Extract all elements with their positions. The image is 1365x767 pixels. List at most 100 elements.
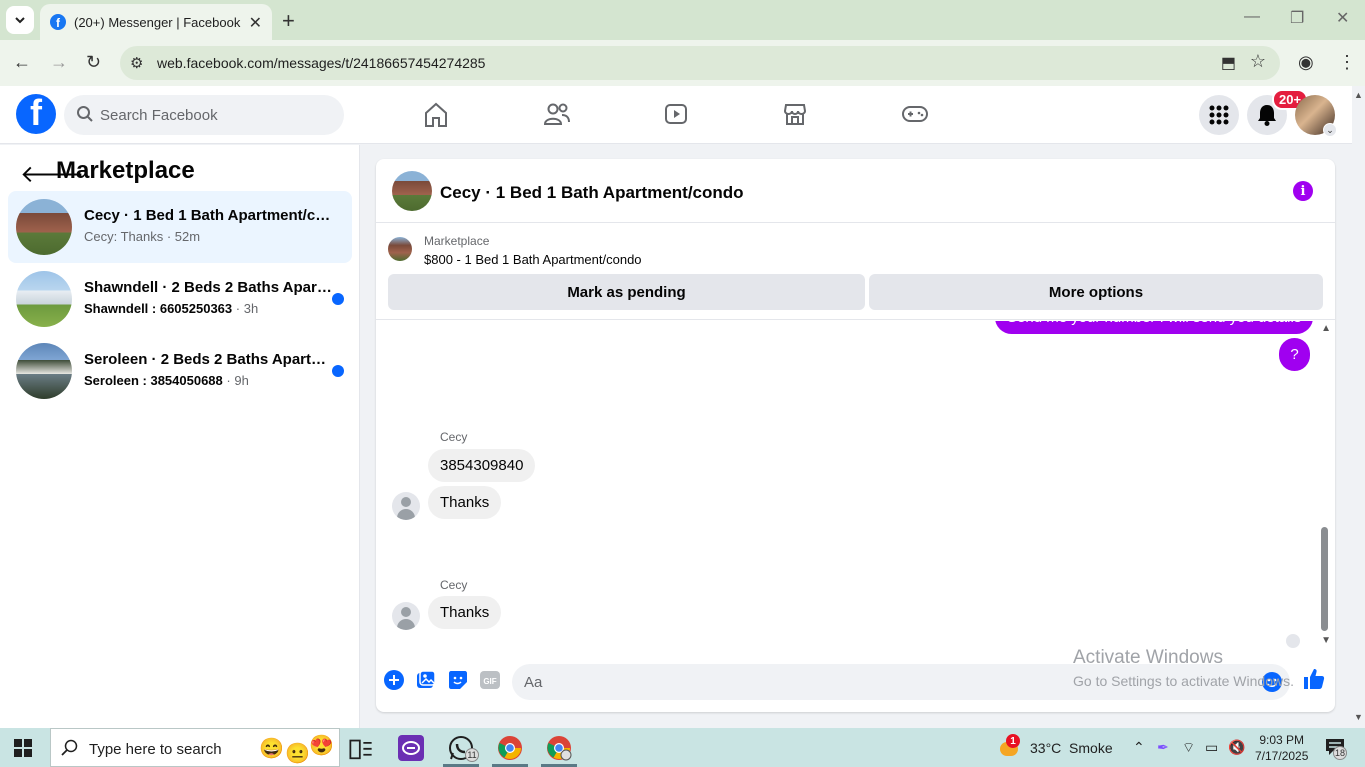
preview-sender: Shawndell : 6605250363 xyxy=(84,301,233,316)
conversation-item[interactable]: Shawndell · 2 Beds 2 Baths Apartment Sha… xyxy=(8,263,352,335)
browser-menu-icon[interactable]: ⋮ xyxy=(1338,52,1356,73)
home-icon[interactable] xyxy=(424,102,448,128)
pen-icon[interactable]: ✒ xyxy=(1157,739,1169,756)
listing-banner: Marketplace $800 - 1 Bed 1 Bath Apartmen… xyxy=(376,224,1335,320)
message-list[interactable]: Send me your number I will send you deta… xyxy=(376,321,1335,651)
whatsapp-badge: 11 xyxy=(465,748,479,762)
listing-price[interactable]: $800 - 1 Bed 1 Bath Apartment/condo xyxy=(424,252,642,267)
chevron-down-icon xyxy=(15,17,25,24)
browser-tab[interactable]: f (20+) Messenger | Facebook ✕ xyxy=(40,4,272,40)
tab-search-dropdown[interactable] xyxy=(6,6,34,34)
video-icon[interactable] xyxy=(664,102,688,126)
grid-menu-icon xyxy=(1209,105,1229,125)
page-scroll-up-icon[interactable]: ▲ xyxy=(1354,90,1363,100)
close-tab-icon[interactable]: ✕ xyxy=(249,13,262,33)
svg-text:GIF: GIF xyxy=(483,677,496,686)
listing-thumbnail xyxy=(16,271,72,327)
scroll-down-arrow-icon[interactable]: ▼ xyxy=(1321,635,1331,646)
window-close-icon[interactable]: ✕ xyxy=(1336,8,1349,28)
taskbar-search[interactable]: Type here to search 😄 😐 😍 xyxy=(50,728,340,767)
conversation-item[interactable]: Cecy · 1 Bed 1 Bath Apartment/condo Cecy… xyxy=(8,191,352,263)
gaming-icon[interactable] xyxy=(902,102,928,126)
plus-circle-icon[interactable] xyxy=(384,670,404,690)
weather-text: 33°C Smoke xyxy=(1030,740,1113,756)
taskbar-search-text: Type here to search xyxy=(89,741,222,758)
show-hidden-icons-icon[interactable]: ⌃ xyxy=(1133,739,1145,756)
site-settings-icon[interactable]: ⚙ xyxy=(130,54,143,72)
thumbs-up-icon[interactable] xyxy=(1302,667,1326,691)
network-icon[interactable]: ⌔ xyxy=(1182,739,1195,757)
profile-icon[interactable]: ◉ xyxy=(1298,52,1314,73)
sticker-icon[interactable] xyxy=(448,670,468,690)
task-view-icon[interactable] xyxy=(348,737,374,763)
weather-alert-badge: 1 xyxy=(1006,734,1020,748)
outgoing-message[interactable]: ? xyxy=(1279,338,1310,371)
mark-as-pending-button[interactable]: Mark as pending xyxy=(388,274,865,310)
restore-icon[interactable]: ❐ xyxy=(1290,8,1304,28)
install-app-icon[interactable]: ⬒ xyxy=(1221,53,1236,73)
search-input[interactable] xyxy=(100,95,330,135)
preview-sender: Seroleen : 3854050688 xyxy=(84,373,223,388)
conversation-item[interactable]: Seroleen · 2 Beds 2 Baths Apartment Sero… xyxy=(8,335,352,407)
incoming-message[interactable]: 3854309840 xyxy=(428,449,536,482)
battery-icon[interactable]: ▭ xyxy=(1205,739,1218,756)
sender-avatar[interactable] xyxy=(392,602,420,630)
incoming-message[interactable]: Thanks xyxy=(428,596,502,629)
chat-title[interactable]: Cecy · 1 Bed 1 Bath Apartment/condo xyxy=(440,183,744,203)
bookmark-star-icon[interactable]: ☆ xyxy=(1250,51,1266,72)
unread-dot xyxy=(332,365,344,377)
account-avatar[interactable]: ⌄ xyxy=(1295,95,1337,137)
weather-widget[interactable]: 1 33°C Smoke xyxy=(998,734,1113,758)
friends-icon[interactable] xyxy=(544,102,570,126)
address-bar[interactable]: ⚙ web.facebook.com/messages/t/2418665745… xyxy=(120,46,1280,80)
page-scroll-down-icon[interactable]: ▼ xyxy=(1354,712,1363,722)
listing-small-thumbnail xyxy=(388,237,412,261)
bell-icon xyxy=(1258,105,1276,126)
message-input[interactable] xyxy=(524,664,1224,700)
forward-arrow-icon[interactable]: → xyxy=(50,52,68,73)
more-options-button[interactable]: More options xyxy=(869,274,1323,310)
preview-time: · 9h xyxy=(222,373,249,388)
app-icon[interactable] xyxy=(398,735,424,761)
sender-name: Cecy xyxy=(440,578,468,592)
sender-name: Cecy xyxy=(440,430,468,444)
conversation-preview: Cecy: Thanks · 52m xyxy=(84,229,201,244)
photo-icon[interactable] xyxy=(416,670,436,690)
notification-center-badge: 18 xyxy=(1333,746,1347,760)
gif-icon[interactable]: GIF xyxy=(480,670,500,690)
conversation-title: Seroleen · 2 Beds 2 Baths Apartment xyxy=(84,351,334,368)
message-scrollbar[interactable] xyxy=(1321,527,1328,631)
volume-muted-icon[interactable]: 🔇 xyxy=(1228,739,1245,756)
unread-dot xyxy=(332,293,344,305)
scroll-up-arrow-icon[interactable]: ▲ xyxy=(1321,323,1331,334)
facebook-logo-icon[interactable]: f xyxy=(16,94,56,134)
message-input-box[interactable] xyxy=(512,664,1290,700)
marketplace-icon[interactable] xyxy=(783,102,807,126)
emoji-face-icon: 😐 xyxy=(285,743,310,765)
chrome-icon[interactable] xyxy=(497,735,523,761)
windows-start-icon[interactable] xyxy=(14,739,32,757)
new-tab-icon[interactable]: + xyxy=(282,8,295,34)
back-arrow-icon[interactable]: ← xyxy=(13,52,31,73)
conversation-preview: Seroleen : 3854050688 · 9h xyxy=(84,373,249,388)
sender-avatar[interactable] xyxy=(392,492,420,520)
conversation-title: Shawndell · 2 Beds 2 Baths Apartment xyxy=(84,279,334,296)
preview-time: · 3h xyxy=(232,301,259,316)
reload-icon[interactable]: ↻ xyxy=(86,52,101,73)
outgoing-message[interactable]: Send me your number I will send you deta… xyxy=(995,321,1314,334)
listing-thumbnail xyxy=(16,199,72,255)
minimize-icon[interactable]: — xyxy=(1244,8,1260,26)
incoming-message[interactable]: Thanks xyxy=(428,486,502,519)
info-icon[interactable]: i xyxy=(1293,181,1313,201)
facebook-search[interactable] xyxy=(64,95,344,135)
emoji-icon[interactable] xyxy=(1262,672,1282,692)
page-scrollbar[interactable]: ▲ ▼ xyxy=(1352,86,1365,728)
chrome-profile-icon[interactable] xyxy=(546,735,572,761)
menu-grid-button[interactable] xyxy=(1199,95,1239,135)
chat-thumbnail[interactable] xyxy=(392,171,432,211)
system-clock[interactable]: 9:03 PM 7/17/2025 xyxy=(1255,732,1308,764)
notification-center-button[interactable]: 18 xyxy=(1325,738,1347,761)
sidebar-title: Marketplace xyxy=(56,157,195,184)
browser-tab-bar: f (20+) Messenger | Facebook ✕ + — ❐ ✕ xyxy=(0,0,1365,40)
url-text[interactable]: web.facebook.com/messages/t/241866574542… xyxy=(157,55,485,71)
